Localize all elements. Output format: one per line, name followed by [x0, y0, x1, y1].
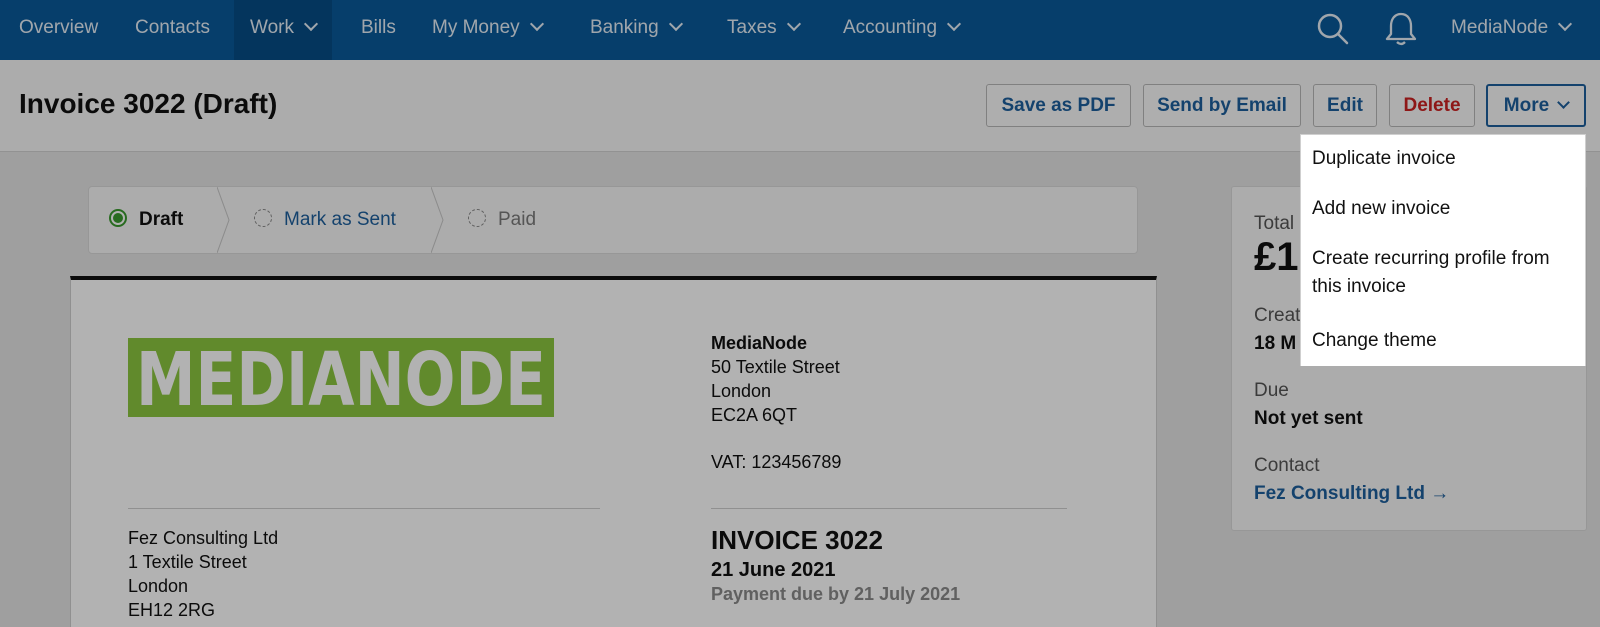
menu-item-add-new-invoice[interactable]: Add new invoice — [1301, 195, 1585, 223]
menu-item-change-theme[interactable]: Change theme — [1301, 316, 1585, 366]
menu-item-duplicate-invoice[interactable]: Duplicate invoice — [1301, 145, 1585, 173]
more-dropdown-menu: Duplicate invoice Add new invoice Create… — [1300, 134, 1586, 366]
menu-item-create-recurring-profile[interactable]: Create recurring profile from this invoi… — [1301, 245, 1585, 301]
